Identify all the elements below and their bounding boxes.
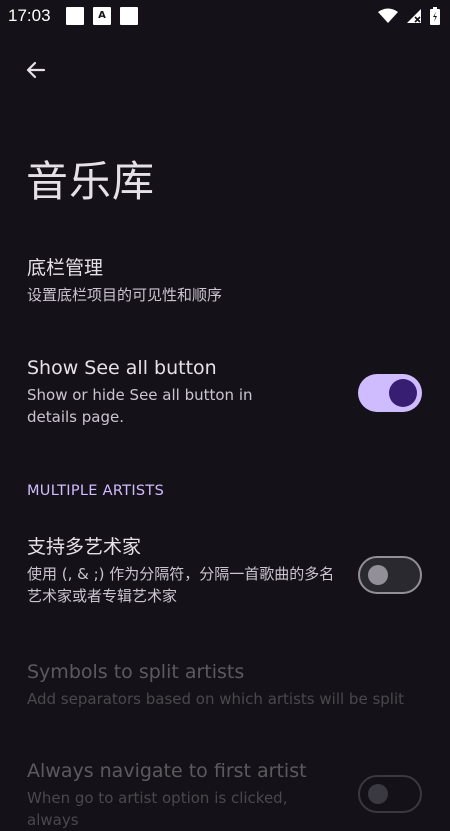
pref-title: 支持多艺术家 xyxy=(27,536,142,558)
pref-multi-artist[interactable]: 支持多艺术家 使用 (, & ;) 作为分隔符，分隔一首歌曲的多名艺术家或者专辑… xyxy=(27,535,337,607)
arrow-back-icon xyxy=(26,61,46,79)
pref-summary: Add separators based on which artists wi… xyxy=(27,690,404,708)
pref-see-all[interactable]: Show See all button Show or hide See all… xyxy=(27,356,307,428)
back-button[interactable] xyxy=(18,52,54,88)
page-title: 音乐库 xyxy=(26,157,156,206)
navigate-first-artist-switch xyxy=(358,775,422,813)
status-time: 17:03 xyxy=(8,6,51,25)
pref-title: Always navigate to first artist xyxy=(27,760,307,782)
battery-icon xyxy=(430,7,440,25)
pref-title: 底栏管理 xyxy=(27,257,104,279)
pref-summary: 设置底栏项目的可见性和顺序 xyxy=(27,286,223,304)
pref-navigate-first-artist: Always navigate to first artist When go … xyxy=(27,759,337,831)
notification-icon xyxy=(120,7,138,25)
pref-summary: Show or hide See all button in details p… xyxy=(27,386,253,426)
system-icons xyxy=(378,6,440,26)
pref-bottom-bar[interactable]: 底栏管理 设置底栏项目的可见性和顺序 xyxy=(27,256,347,306)
pref-title: Show See all button xyxy=(27,357,217,379)
switch-thumb xyxy=(389,379,417,407)
pref-title: Symbols to split artists xyxy=(27,661,245,683)
section-header-multiple-artists: MULTIPLE ARTISTS xyxy=(27,483,165,499)
a-notification-icon: A xyxy=(93,7,111,25)
multi-artist-switch[interactable] xyxy=(358,556,422,594)
switch-thumb xyxy=(368,565,388,585)
switch-thumb xyxy=(368,784,388,804)
status-bar: 17:03 A xyxy=(0,0,450,32)
wifi-icon xyxy=(378,8,398,23)
pref-summary: 使用 (, & ;) 作为分隔符，分隔一首歌曲的多名艺术家或者专辑艺术家 xyxy=(27,565,335,605)
signal-icon xyxy=(407,9,421,23)
pref-symbols-split: Symbols to split artists Add separators … xyxy=(27,660,427,710)
notification-icon xyxy=(66,7,84,25)
pref-summary: When go to artist option is clicked, alw… xyxy=(27,789,288,829)
see-all-switch[interactable] xyxy=(358,374,422,412)
